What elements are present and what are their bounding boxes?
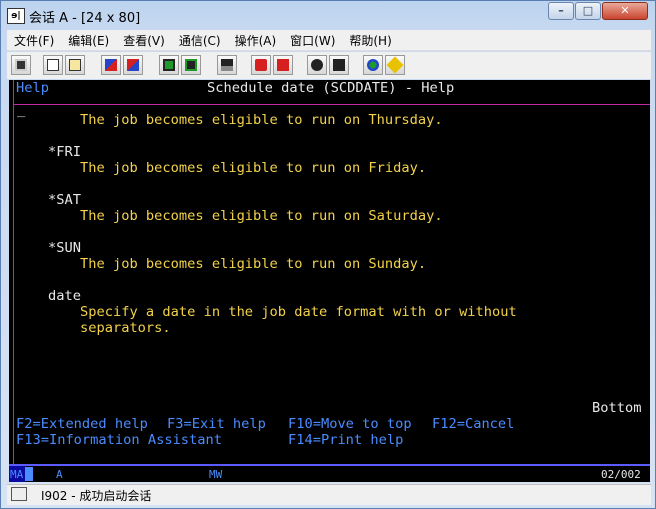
emulator-window: ɘ| 会话 A - [24 x 80] – □ ✕ 文件(F) 编辑(E) 查看(V… [0,0,656,509]
display-icon[interactable] [159,55,179,75]
stop-icon[interactable] [273,55,293,75]
fkey-f12[interactable]: F12=Cancel [432,416,514,432]
paste-icon[interactable] [65,55,85,75]
entry-keyword: *SAT [48,192,81,208]
menu-file[interactable]: 文件(F) [7,30,61,50]
close-button[interactable]: ✕ [602,2,648,20]
menu-window[interactable]: 窗口(W) [283,30,342,50]
entry-desc: The job becomes eligible to run on Thurs… [80,112,443,128]
mw-indicator: MW [209,468,223,481]
help-title: Schedule date (SCDDATE) - Help [207,80,455,96]
connection-icon [11,487,27,501]
entry-keyword: *SUN [48,240,81,256]
status-bar: I902 - 成功启动会话 [7,484,651,505]
ma-indicator: MA [10,468,24,481]
entry-desc: The job becomes eligible to run on Satur… [80,208,443,224]
input-cursor: _ [17,102,26,118]
globe-icon[interactable] [363,55,383,75]
status-cursor [25,467,33,481]
copy-icon[interactable] [43,55,63,75]
send-icon[interactable] [101,55,121,75]
fkey-f10[interactable]: F10=Move to top [288,416,412,432]
status-message: I902 - 成功启动会话 [41,489,152,503]
play-icon[interactable] [307,55,327,75]
bottom-marker: Bottom [592,400,642,416]
entry-desc: The job becomes eligible to run on Sunda… [80,256,427,272]
entry-keyword: *FRI [48,144,81,160]
entry-desc: Specify a date in the job date format wi… [80,304,517,320]
session-letter: A [56,468,63,481]
operator-info-area: MA A MW 02/002 [9,464,650,482]
menu-bar: 文件(F) 编辑(E) 查看(V) 通信(C) 操作(A) 窗口(W) 帮助(H) [7,30,651,51]
app-icon[interactable]: ɘ| [7,8,25,24]
macro-icon[interactable] [217,55,237,75]
fkey-f14[interactable]: F14=Print help [288,432,403,448]
keypad-icon[interactable] [181,55,201,75]
fkey-f3[interactable]: F3=Exit help [167,416,266,432]
play-step-icon[interactable] [329,55,349,75]
header-divider [13,104,650,105]
minimize-button[interactable]: – [548,2,574,20]
title-bar[interactable]: ɘ| 会话 A - [24 x 80] – □ ✕ [1,1,655,29]
entry-desc-continued: separators. [80,320,171,336]
window-title: 会话 A - [24 x 80] [29,11,141,26]
menu-help[interactable]: 帮助(H) [342,30,398,50]
maximize-button[interactable]: □ [575,2,601,20]
entry-desc: The job becomes eligible to run on Frida… [80,160,427,176]
entry-keyword: date [48,288,81,304]
menu-actions[interactable]: 操作(A) [228,30,284,50]
print-icon[interactable] [11,55,31,75]
receive-icon[interactable] [123,55,143,75]
menu-edit[interactable]: 编辑(E) [61,30,116,50]
help-label: Help [16,80,49,96]
toolbar [7,52,651,79]
help-icon[interactable] [385,55,405,75]
terminal-screen[interactable]: Help Schedule date (SCDDATE) - Help _ Th… [9,80,650,482]
left-border-line [13,80,14,464]
record-icon[interactable] [251,55,271,75]
cursor-position: 02/002 [601,468,641,481]
fkey-f13[interactable]: F13=Information Assistant [16,432,222,448]
fkey-f2[interactable]: F2=Extended help [16,416,148,432]
menu-view[interactable]: 查看(V) [116,30,172,50]
menu-communication[interactable]: 通信(C) [172,30,228,50]
